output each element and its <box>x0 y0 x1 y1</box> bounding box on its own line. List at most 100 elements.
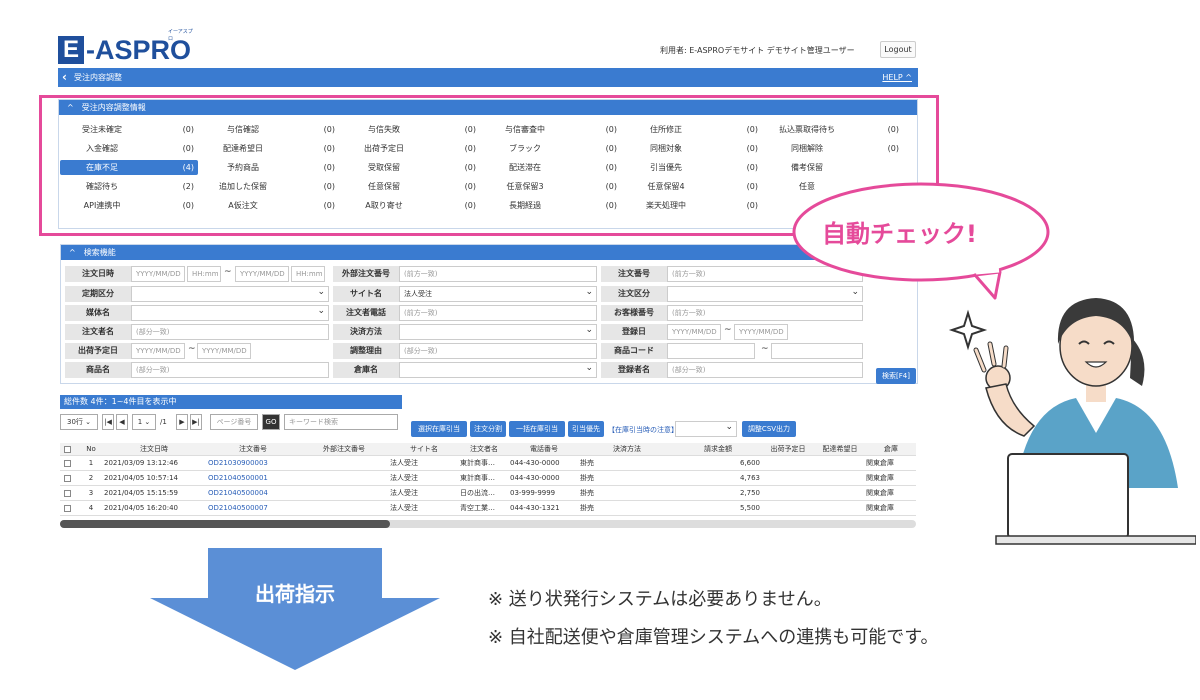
payment-select[interactable] <box>399 323 597 340</box>
column-header[interactable]: サイト名 <box>390 443 458 456</box>
cell-site: 法人受注 <box>390 459 418 467</box>
person-illustration <box>948 298 1196 545</box>
reg-date-from[interactable]: YYYY/MM/DD <box>667 324 721 340</box>
column-header[interactable]: 出荷予定日 <box>762 443 814 456</box>
orderer-input[interactable]: (部分一致) <box>131 324 329 340</box>
adjust-reason-input[interactable]: (部分一致) <box>399 343 597 359</box>
tel-input[interactable]: (前方一致) <box>399 305 597 321</box>
column-header[interactable]: 請求金額 <box>676 443 760 456</box>
page-title: 受注内容調整 <box>74 73 122 82</box>
table-row[interactable]: 1 2021/03/09 13:12:46 OD21030900003 法人受注 東計商… <box>60 456 916 471</box>
orderer-label: 注文者名 <box>65 324 131 340</box>
cell-amount: 2,750 <box>739 489 760 497</box>
cell-order[interactable]: OD21040500004 <box>208 486 298 501</box>
cell-pay: 掛売 <box>580 459 594 467</box>
cell-date: 2021/04/05 16:20:40 <box>104 504 179 512</box>
go-button[interactable]: GO <box>262 414 280 430</box>
cell-name: 東計商事… <box>460 459 495 467</box>
column-header[interactable]: 配達希望日 <box>816 443 864 456</box>
help-link[interactable]: HELP ^ <box>882 68 912 87</box>
cell-wh: 関東倉庫 <box>866 459 894 467</box>
site-select[interactable]: 法人受注 <box>399 285 597 302</box>
row-checkbox[interactable] <box>64 490 71 497</box>
payment-label: 決済方法 <box>333 324 399 340</box>
cell-site: 法人受注 <box>390 474 418 482</box>
alloc-bulk-button[interactable]: 一括在庫引当 <box>509 421 565 437</box>
cell-date: 2021/04/05 15:15:59 <box>104 489 179 497</box>
ship-date-from[interactable]: YYYY/MM/DD <box>131 343 185 359</box>
last-page-icon[interactable]: ▶| <box>190 414 202 430</box>
cell-tel: 044-430-0000 <box>510 459 560 467</box>
column-header[interactable]: 注文番号 <box>208 443 298 456</box>
logout-button[interactable]: Logout <box>880 41 916 58</box>
next-page-icon[interactable]: ▶ <box>176 414 188 430</box>
column-header[interactable]: 倉庫 <box>866 443 916 456</box>
table-row[interactable]: 4 2021/04/05 16:20:40 OD21040500007 法人受注 青空工… <box>60 501 916 516</box>
cell-no: 3 <box>88 489 94 497</box>
product-code-label: 商品コード <box>601 343 667 359</box>
tel-label: 注文者電話 <box>333 305 399 321</box>
range-tilde: ~ <box>224 267 232 277</box>
table-row[interactable]: 2 2021/04/05 10:57:14 OD21040500001 法人受注 東計商… <box>60 471 916 486</box>
cell-tel: 044-430-1321 <box>510 504 560 512</box>
scrollbar-thumb[interactable] <box>60 520 390 528</box>
select-all-checkbox[interactable] <box>64 446 71 453</box>
periodic-select[interactable] <box>131 285 329 302</box>
cell-order[interactable]: OD21040500001 <box>208 471 298 486</box>
split-order-button[interactable]: 注文分割 <box>470 421 506 437</box>
product-code-from[interactable] <box>667 343 755 359</box>
column-header[interactable]: 外部注文番号 <box>300 443 388 456</box>
order-date-to[interactable]: YYYY/MM/DD <box>235 266 289 282</box>
column-header[interactable]: No <box>80 443 102 456</box>
warehouse-label: 倉庫名 <box>333 362 399 378</box>
prev-page-icon[interactable]: ◀ <box>116 414 128 430</box>
registrant-input[interactable]: (部分一致) <box>667 362 863 378</box>
ship-date-to[interactable]: YYYY/MM/DD <box>197 343 251 359</box>
keyword-search-input[interactable]: キーワード検索 <box>284 414 398 430</box>
ext-order-no-input[interactable]: (前方一致) <box>399 266 597 282</box>
cell-amount: 4,763 <box>739 474 760 482</box>
column-header[interactable]: 注文者名 <box>460 443 508 456</box>
alloc-selected-button[interactable]: 選択在庫引当 <box>411 421 467 437</box>
csv-export-button[interactable]: 調整CSV出力 <box>742 421 796 437</box>
warehouse-select[interactable] <box>399 361 597 378</box>
alloc-priority-button[interactable]: 引当優先 <box>568 421 604 437</box>
logo-ruby: イーアスプロ <box>168 29 193 42</box>
order-no-label: 注文番号 <box>601 266 667 282</box>
back-chevron-icon[interactable]: ‹ <box>62 68 67 87</box>
logo: E -ASPRO イーアスプロ <box>58 29 194 66</box>
column-header[interactable]: 電話番号 <box>510 443 578 456</box>
cell-amount: 6,600 <box>739 459 760 467</box>
first-page-icon[interactable]: |◀ <box>102 414 114 430</box>
column-header[interactable]: 注文日時 <box>104 443 204 456</box>
per-page-select[interactable]: 30行 ⌄ <box>60 414 98 430</box>
order-time-to[interactable]: HH:mm <box>291 266 325 282</box>
page-number-input[interactable]: ページ番号 <box>210 414 258 430</box>
down-arrow-shape <box>150 548 440 670</box>
collapse-caret-icon[interactable]: ^ <box>69 248 76 257</box>
column-header[interactable]: 決済方法 <box>580 443 674 456</box>
ship-date-label: 出荷予定日 <box>65 343 131 359</box>
order-date-from[interactable]: YYYY/MM/DD <box>131 266 185 282</box>
product-name-input[interactable]: (部分一致) <box>131 362 329 378</box>
notice-select[interactable] <box>675 420 737 437</box>
note-line-2: ※ 自社配送便や倉庫管理システムへの連携も可能です。 <box>488 627 939 648</box>
cell-order[interactable]: OD21030900003 <box>208 456 298 471</box>
order-time-from[interactable]: HH:mm <box>187 266 221 282</box>
cell-date: 2021/03/09 13:12:46 <box>104 459 179 467</box>
cell-wh: 関東倉庫 <box>866 489 894 497</box>
media-select[interactable] <box>131 304 329 321</box>
table-row[interactable]: 3 2021/04/05 15:15:59 OD21040500004 法人受注 日の出… <box>60 486 916 501</box>
reg-date-to[interactable]: YYYY/MM/DD <box>734 324 788 340</box>
row-checkbox[interactable] <box>64 505 71 512</box>
range-tilde: ~ <box>188 344 196 354</box>
cell-order[interactable]: OD21040500007 <box>208 501 298 516</box>
cell-name: 日の出流… <box>460 489 495 497</box>
search-button[interactable]: 検索[F4] <box>876 368 916 384</box>
page-select[interactable]: 1 ⌄ <box>132 414 156 430</box>
product-code-to[interactable] <box>771 343 863 359</box>
search-panel-header[interactable]: ^ 検索機能 <box>61 245 917 260</box>
row-checkbox[interactable] <box>64 460 71 467</box>
row-checkbox[interactable] <box>64 475 71 482</box>
customer-no-input[interactable]: (前方一致) <box>667 305 863 321</box>
